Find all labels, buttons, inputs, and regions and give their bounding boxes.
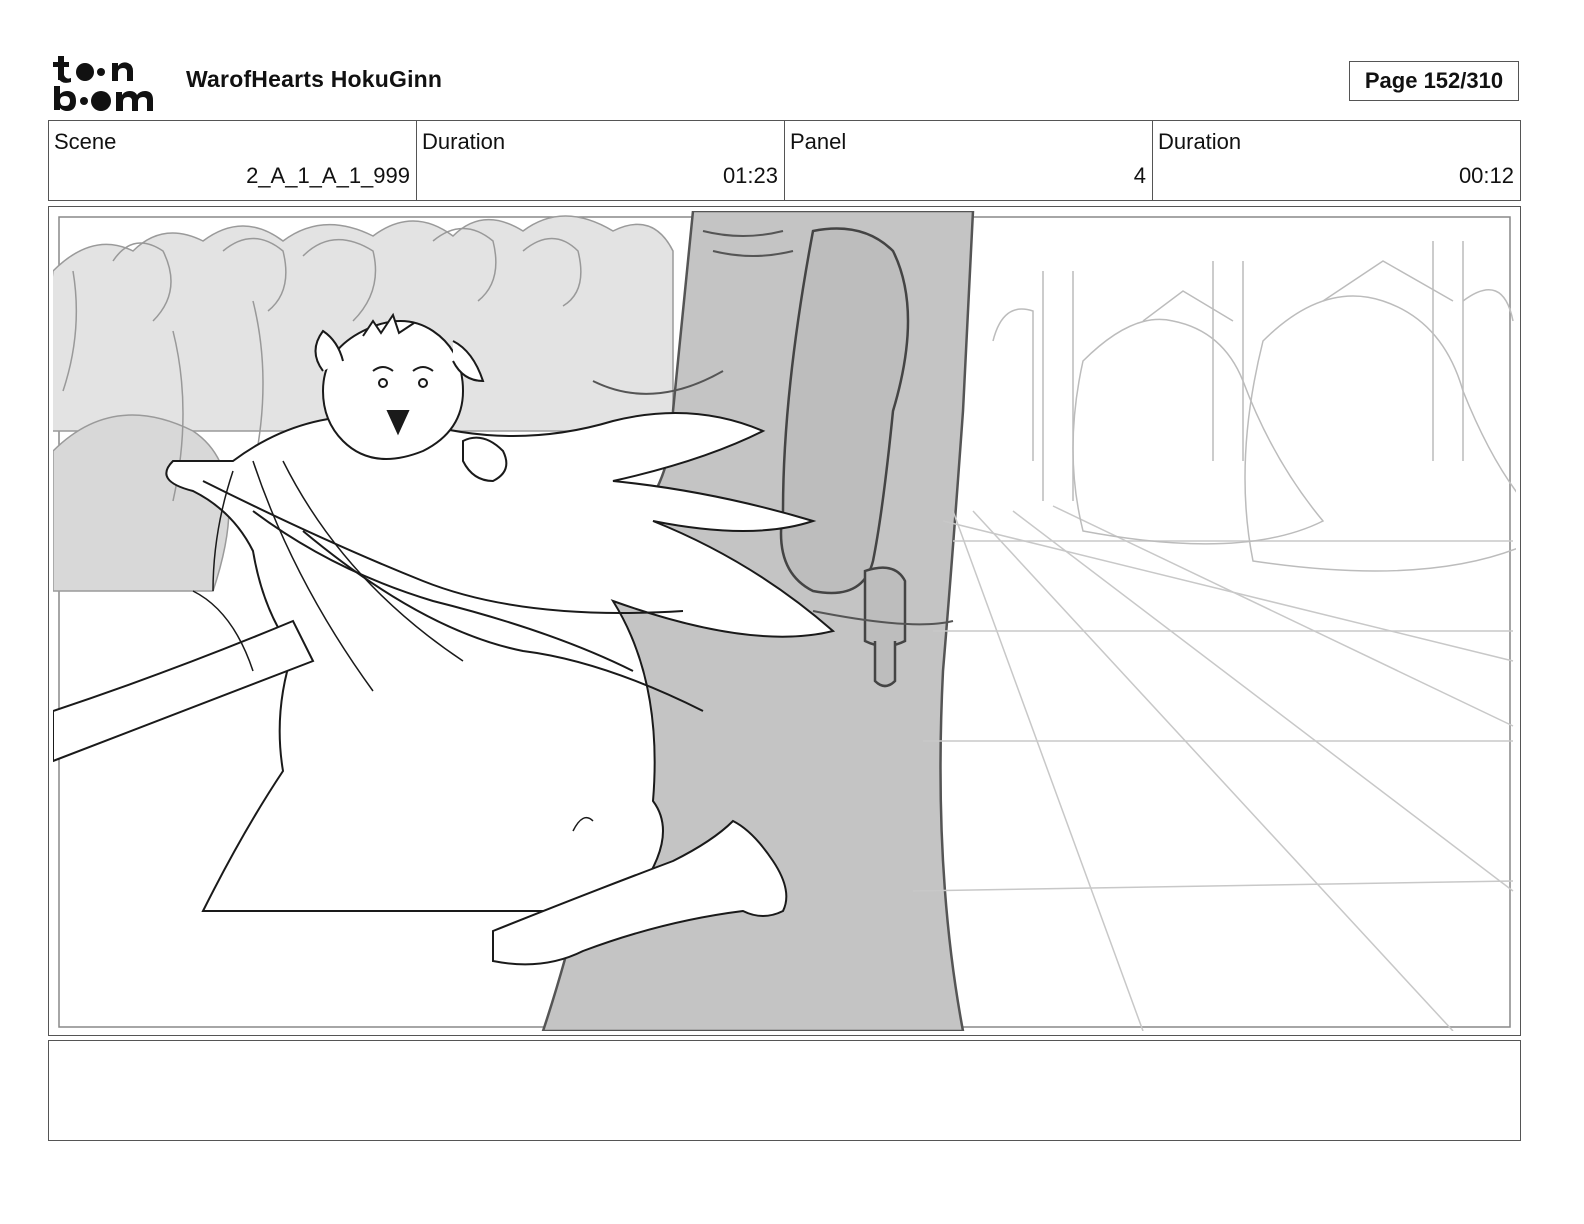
sketch-drawing: [53, 211, 1516, 1031]
panel-label: Panel: [790, 129, 847, 154]
project-title: WarofHearts HokuGinn: [186, 66, 443, 92]
panel-duration-label: Duration: [1158, 129, 1242, 154]
panel-notes-box[interactable]: [48, 1040, 1521, 1141]
scene-value: 2_A_1_A_1_999: [246, 163, 410, 188]
panel-cell: Panel 4: [785, 121, 1153, 200]
scene-info-table: Scene 2_A_1_A_1_999 Duration 01:23 Panel…: [48, 120, 1521, 201]
scene-duration-value: 01:23: [722, 163, 778, 188]
toon-boom-logo: [52, 52, 164, 112]
panel-value: 4: [1133, 163, 1146, 188]
scene-duration-label: Duration: [422, 129, 506, 154]
storyboard-panel-sketch: [53, 211, 1516, 1031]
page-label: Page 152/310: [1364, 68, 1504, 93]
panel-duration-cell: Duration 00:12: [1153, 121, 1520, 200]
scene-label: Scene: [54, 129, 117, 154]
scene-duration-cell: Duration 01:23: [417, 121, 785, 200]
storyboard-panel-frame: [48, 206, 1521, 1036]
scene-cell: Scene 2_A_1_A_1_999: [49, 121, 417, 200]
toon-boom-logo-mark: [53, 56, 153, 111]
page-indicator: Page 152/310: [1349, 61, 1519, 101]
panel-duration-value: 00:12: [1458, 163, 1514, 188]
